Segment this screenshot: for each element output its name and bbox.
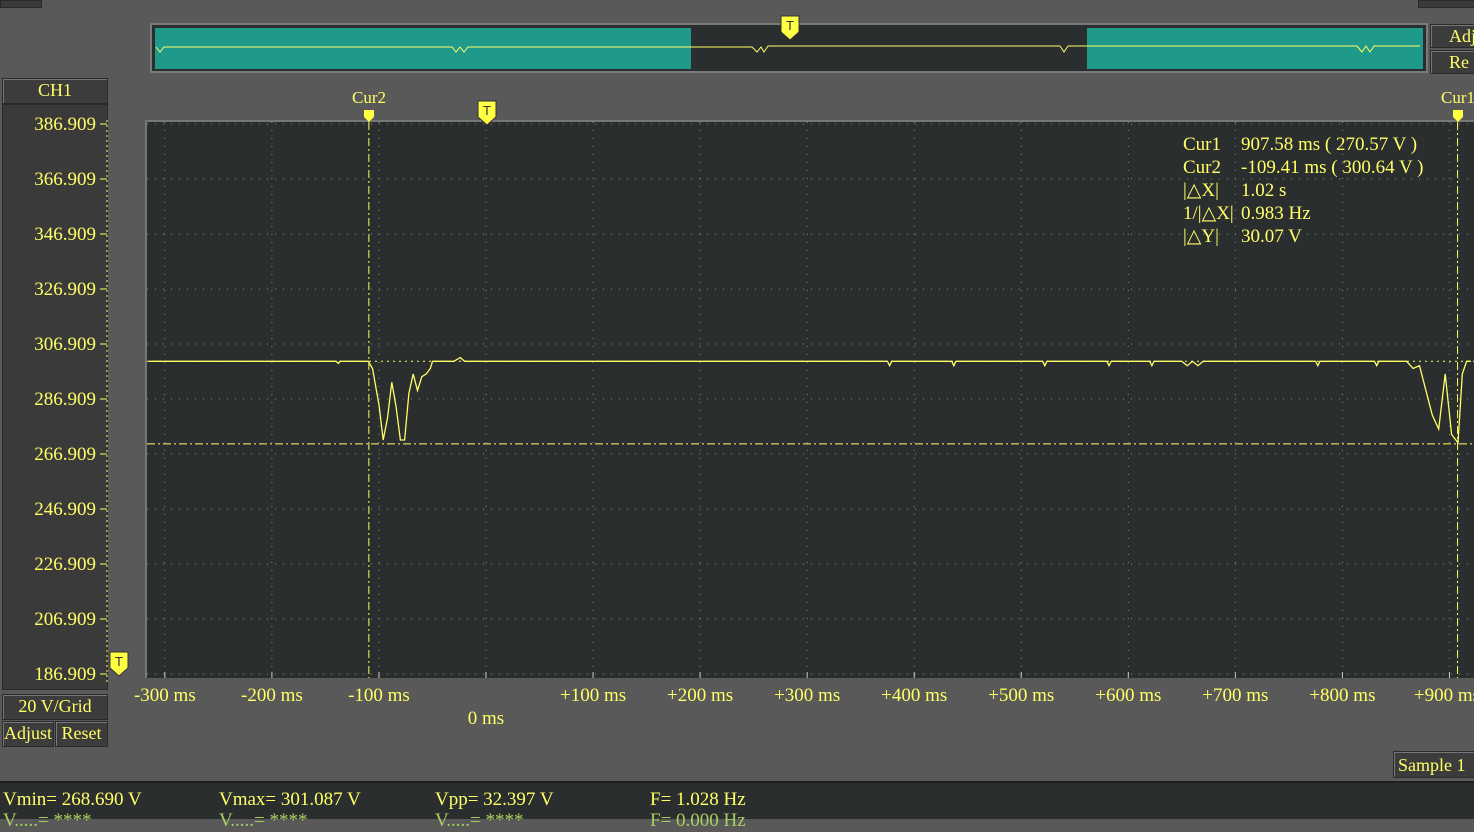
- trigger-level-label: T: [115, 654, 123, 669]
- top-right-tab[interactable]: [1418, 0, 1474, 8]
- cursor1-label[interactable]: Cur1: [1441, 88, 1474, 108]
- trigger-level-marker[interactable]: T: [108, 650, 130, 683]
- measure-row2-a: V.....= ****: [3, 810, 92, 831]
- readout-cur1: Cur1 907.58 ms ( 270.57 V ): [1183, 133, 1423, 156]
- x-tick-label-2: -100 ms: [348, 685, 410, 706]
- overview-reset-button[interactable]: Re: [1430, 50, 1474, 74]
- overview-adjust-button[interactable]: Adj: [1430, 24, 1474, 48]
- x-tick-label-5: +200 ms: [667, 685, 734, 706]
- x-tick-label-11: +800 ms: [1309, 685, 1376, 706]
- readout-dx-value: 1.02 s: [1241, 180, 1287, 201]
- cursor1-handle[interactable]: [1452, 109, 1464, 123]
- x-tick-label-10: +700 ms: [1202, 685, 1269, 706]
- x-tick-label-6: +300 ms: [774, 685, 841, 706]
- readout-dx-name: |△X|: [1183, 180, 1219, 201]
- x-tick-label-7: +400 ms: [881, 685, 948, 706]
- measure-row2-b: V.....= ****: [219, 810, 308, 831]
- channel-reset-button[interactable]: Reset: [55, 721, 108, 747]
- series-line-0: [148, 356, 1471, 445]
- readout-invdx-name: 1/|△X|: [1183, 203, 1234, 224]
- y-tick-label-3: 326.909: [34, 279, 96, 300]
- readout-cur2: Cur2 -109.41 ms ( 300.64 V ): [1183, 156, 1423, 179]
- y-tick-label-9: 206.909: [34, 609, 96, 630]
- volts-per-grid[interactable]: 20 V/Grid: [2, 694, 108, 720]
- trigger-position-label: T: [483, 103, 491, 118]
- readout-cur2-name: Cur2: [1183, 157, 1221, 178]
- readout-invdx-value: 0.983 Hz: [1241, 203, 1311, 224]
- measurements-bar: Vmin= 268.690 V Vmax= 301.087 V Vpp= 32.…: [0, 781, 1474, 831]
- x-tick-label-3: 0 ms: [467, 708, 505, 729]
- measure-freq: F= 1.028 Hz: [650, 789, 746, 810]
- x-tick-label-1: -200 ms: [241, 685, 303, 706]
- readout-cur2-value: -109.41 ms ( 300.64 V ): [1241, 157, 1424, 178]
- readout-dy-name: |△Y|: [1183, 226, 1219, 247]
- x-tick-label-12: +900 ms: [1413, 685, 1474, 706]
- y-axis: 386.909 366.909 346.909 326.909 306.909 286.9…: [34, 114, 108, 685]
- y-tick-label-10: 186.909: [34, 664, 96, 685]
- measure-vpp: Vpp= 32.397 V: [435, 789, 554, 810]
- sample-button[interactable]: Sample 1: [1393, 751, 1474, 778]
- y-tick-label-2: 346.909: [34, 224, 96, 245]
- y-tick-label-4: 306.909: [34, 334, 96, 355]
- overview-trigger-label: T: [786, 18, 794, 33]
- x-tick-label-0: -300 ms: [133, 685, 196, 706]
- x-tick-label-8: +500 ms: [988, 685, 1055, 706]
- readout-cur1-value: 907.58 ms ( 270.57 V ): [1241, 134, 1418, 155]
- readout-dy: |△Y| 30.07 V: [1183, 225, 1423, 248]
- x-tick-label-9: +600 ms: [1095, 685, 1162, 706]
- measure-vmax: Vmax= 301.087 V: [219, 789, 361, 810]
- readout-cur1-name: Cur1: [1183, 134, 1221, 155]
- readout-dy-value: 30.07 V: [1241, 226, 1302, 247]
- y-tick-label-1: 366.909: [34, 169, 96, 190]
- cursor-readout: Cur1 907.58 ms ( 270.57 V ) Cur2 -109.41 m…: [1183, 133, 1423, 248]
- x-tick-label-4: +100 ms: [559, 685, 627, 706]
- trigger-position-marker[interactable]: T: [476, 99, 498, 132]
- y-tick-label-0: 386.909: [34, 114, 96, 135]
- y-tick-label-8: 226.909: [34, 554, 96, 575]
- cursor2-handle[interactable]: [363, 109, 375, 123]
- channel-adjust-button[interactable]: Adjust: [2, 721, 54, 747]
- overview-trigger-marker[interactable]: T: [779, 14, 801, 47]
- cursor2-label[interactable]: Cur2: [352, 88, 386, 108]
- readout-dx: |△X| 1.02 s: [1183, 179, 1423, 202]
- readout-invdx: 1/|△X| 0.983 Hz: [1183, 202, 1423, 225]
- y-tick-label-6: 266.909: [34, 444, 96, 465]
- measure-vmin: Vmin= 268.690 V: [3, 789, 142, 810]
- measure-row2-c: V.....= ****: [435, 810, 524, 831]
- measure-row2-d: F= 0.000 Hz: [650, 810, 746, 831]
- y-tick-label-7: 246.909: [34, 499, 96, 520]
- y-tick-label-5: 286.909: [34, 389, 96, 410]
